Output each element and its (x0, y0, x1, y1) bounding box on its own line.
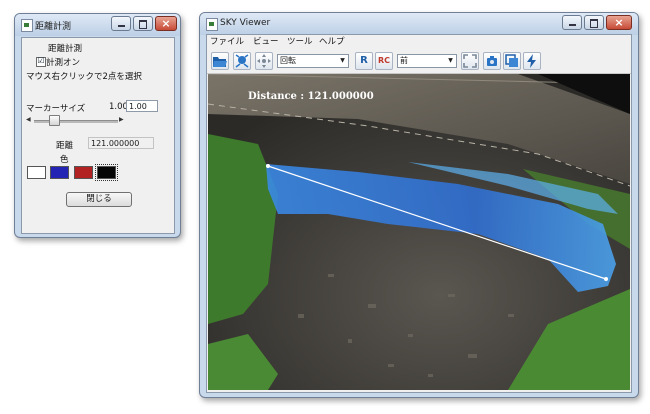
copy-button[interactable] (503, 52, 521, 70)
slider-right-arrow-icon[interactable]: ▶ (119, 116, 124, 123)
view-direction-value: 前 (400, 56, 408, 65)
distance-measure-dialog: 距離計測 × 距離計測 ☑ 計測オン マウス右クリックで2点を選択 マーカーサイ… (14, 13, 181, 238)
marker-size-input[interactable]: 1.00 (126, 100, 158, 112)
camera-icon (487, 56, 497, 66)
folder-open-icon (213, 57, 227, 67)
dialog-title: 距離計測 (35, 22, 72, 32)
maximize-icon (139, 20, 147, 29)
rotate-mode-value: 回転 (280, 56, 296, 65)
reset-rotation-icon: R (360, 55, 368, 66)
color-swatch-black[interactable] (95, 164, 118, 181)
distance-value-field: 121.000000 (88, 137, 154, 149)
close-dialog-button[interactable]: 閉じる (66, 192, 132, 207)
measure-on-label[interactable]: 計測オン (46, 56, 80, 68)
dialog-titlebar[interactable]: 距離計測 × (15, 14, 180, 36)
viewer-title: SKY Viewer (220, 18, 271, 28)
pan-icon (257, 54, 271, 68)
rc-button[interactable]: RC (375, 52, 393, 70)
menu-help[interactable]: ヘルプ (319, 36, 345, 48)
fit-view-icon (235, 54, 249, 68)
fit-view-button[interactable] (233, 52, 251, 70)
lightning-button[interactable] (523, 52, 541, 70)
rotate-mode-select[interactable]: 回転 ▼ (277, 54, 349, 68)
rc-icon: RC (377, 56, 391, 65)
menu-file[interactable]: ファイル (210, 36, 244, 48)
marker-size-slider[interactable] (34, 120, 118, 123)
close-icon: × (161, 17, 171, 30)
lightning-icon (527, 54, 536, 68)
pan-button[interactable] (255, 52, 273, 70)
close-window-button[interactable]: × (155, 16, 177, 31)
minimize-icon (118, 25, 125, 27)
sky-viewer-window: SKY Viewer × ファイル ビュー ツール ヘルプ 回転 ▼ R RC … (199, 12, 639, 398)
viewer-body: ファイル ビュー ツール ヘルプ 回転 ▼ R RC 前 ▼ Distance … (206, 34, 632, 393)
camera-button[interactable] (483, 52, 501, 70)
close-window-button[interactable]: × (606, 15, 632, 30)
maximize-button[interactable] (133, 16, 153, 31)
point-cloud-scene (208, 74, 630, 390)
dialog-body: 距離計測 ☑ 計測オン マウス右クリックで2点を選択 マーカーサイズ 1.00 … (21, 37, 175, 234)
minimize-button[interactable] (562, 15, 582, 30)
maximize-icon (590, 19, 598, 28)
3d-viewport[interactable]: Distance : 121.000000 (208, 74, 630, 390)
slider-left-arrow-icon[interactable]: ◀ (26, 116, 31, 123)
marker-size-label: マーカーサイズ (26, 104, 86, 114)
chevron-down-icon: ▼ (448, 57, 453, 64)
color-swatch-blue[interactable] (50, 166, 69, 179)
menu-bar: ファイル ビュー ツール ヘルプ (207, 35, 631, 49)
instruction-text: マウス右クリックで2点を選択 (26, 72, 142, 82)
reset-rotation-button[interactable]: R (355, 52, 373, 70)
copy-icon (505, 54, 518, 67)
app-icon (206, 18, 218, 31)
color-label: 色 (60, 155, 69, 165)
maximize-button[interactable] (584, 15, 604, 30)
toolbar: 回転 ▼ R RC 前 ▼ (207, 49, 631, 74)
viewer-titlebar[interactable]: SKY Viewer × (200, 13, 638, 35)
chevron-down-icon: ▼ (340, 57, 345, 64)
distance-overlay: Distance : 121.000000 (248, 91, 374, 102)
menu-tools[interactable]: ツール (287, 36, 313, 48)
color-swatch-red[interactable] (74, 166, 93, 179)
measure-on-checkbox[interactable]: ☑ (36, 56, 46, 67)
check-mark-icon: ☑ (37, 56, 45, 65)
slider-thumb[interactable] (49, 115, 60, 126)
app-icon (21, 19, 33, 32)
color-swatch-white[interactable] (27, 166, 46, 179)
fullscreen-button[interactable] (461, 52, 479, 70)
dialog-header-label: 距離計測 (48, 44, 83, 54)
close-icon: × (614, 16, 624, 29)
menu-view[interactable]: ビュー (253, 36, 279, 48)
minimize-icon (569, 24, 576, 26)
distance-label: 距離 (56, 141, 74, 151)
fullscreen-icon (463, 54, 477, 68)
view-direction-select[interactable]: 前 ▼ (397, 54, 457, 68)
minimize-button[interactable] (111, 16, 131, 31)
open-file-button[interactable] (211, 52, 229, 70)
